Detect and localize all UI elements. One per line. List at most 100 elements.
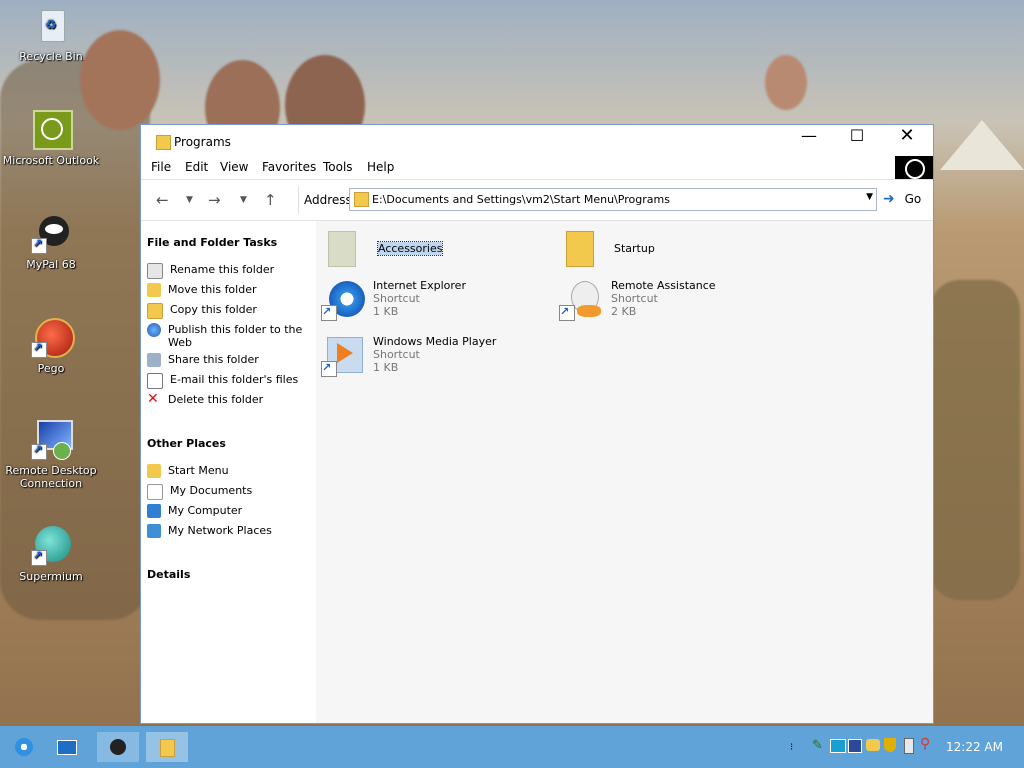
item-size: 1 KB [373, 305, 399, 318]
pego-icon [31, 318, 75, 358]
folder-icon [156, 135, 171, 150]
toolbar-separator [298, 186, 299, 214]
tray-up-icon[interactable]: ⁝ [790, 742, 793, 753]
tray-usb-icon[interactable] [904, 738, 914, 754]
task-publish-web[interactable]: Publish this folder to the Web [147, 323, 307, 349]
shortcut-item-internet-explorer[interactable]: ↗ Internet Explorer Shortcut 1 KB [321, 279, 466, 321]
taskbar-desktop-button[interactable] [45, 732, 87, 762]
item-type: Shortcut [611, 292, 658, 305]
menu-help[interactable]: Help [367, 160, 394, 174]
tray-monitor-icon[interactable] [830, 739, 846, 753]
folder-icon [326, 229, 370, 271]
place-my-computer[interactable]: My Computer [147, 504, 307, 518]
tray-shield-icon[interactable] [884, 738, 896, 752]
menu-edit[interactable]: Edit [185, 160, 208, 174]
place-label: Start Menu [168, 464, 229, 477]
title-bar[interactable]: Programs — ☐ ✕ [141, 125, 933, 156]
menu-tools[interactable]: Tools [323, 160, 353, 174]
desktop-icon-pego[interactable]: Pego [1, 318, 101, 375]
address-dropdown-icon[interactable]: ▼ [866, 192, 873, 202]
folder-icon [160, 739, 175, 757]
file-list: Accessories Startup ↗ Internet Explorer … [316, 221, 933, 723]
back-dropdown-icon[interactable]: ▼ [186, 195, 193, 205]
task-label: Copy this folder [170, 303, 257, 316]
folder-item-startup[interactable]: Startup [562, 229, 655, 271]
taskbar-explorer-button[interactable] [146, 732, 188, 762]
folder-icon [562, 229, 606, 271]
folder-icon [147, 464, 161, 478]
place-start-menu[interactable]: Start Menu [147, 464, 307, 478]
tray-chat-icon[interactable] [866, 739, 880, 751]
internet-explorer-icon [15, 738, 33, 756]
item-name: Remote Assistance [611, 279, 716, 292]
shortcut-item-windows-media-player[interactable]: ↗ Windows Media Player Shortcut 1 KB [321, 335, 496, 377]
remote-desktop-icon [31, 420, 73, 460]
windows-logo-icon [895, 156, 933, 179]
details-header[interactable]: Details [147, 568, 190, 581]
task-email-files[interactable]: E-mail this folder's files [147, 373, 307, 389]
task-label: Move this folder [168, 283, 257, 296]
task-move-folder[interactable]: Move this folder [147, 283, 307, 297]
go-label: Go [904, 192, 922, 206]
up-arrow-icon[interactable]: ↑ [264, 191, 277, 209]
tray-pen-icon[interactable]: ✎ [812, 738, 823, 753]
task-label: Rename this folder [170, 263, 275, 276]
place-label: My Network Places [168, 524, 272, 537]
task-rename-folder[interactable]: Rename this folder [147, 263, 307, 279]
taskbar-mypal-button[interactable] [97, 732, 139, 762]
menu-bar: File Edit View Favorites Tools Help [141, 156, 933, 180]
shortcut-item-remote-assistance[interactable]: ↗ Remote Assistance Shortcut 2 KB [559, 279, 716, 321]
taskbar-clock[interactable]: 12:22 AM [946, 740, 1003, 754]
shortcut-arrow-icon [31, 443, 47, 460]
tray-search-icon[interactable]: ⚲ [920, 736, 930, 752]
desktop-icon-microsoft-outlook[interactable]: Microsoft Outlook [1, 110, 101, 167]
menu-favorites[interactable]: Favorites [262, 160, 316, 174]
forward-dropdown-icon[interactable]: ▼ [240, 195, 247, 205]
globe-icon [147, 323, 161, 337]
share-icon [147, 353, 161, 367]
task-delete-folder[interactable]: ✕ Delete this folder [147, 391, 307, 407]
close-button[interactable]: ✕ [883, 125, 931, 147]
copy-icon [147, 303, 163, 319]
minimize-button[interactable]: — [785, 125, 833, 147]
internet-explorer-icon: ↗ [321, 279, 365, 321]
task-pane: File and Folder Tasks Rename this folder… [141, 221, 316, 723]
place-my-documents[interactable]: My Documents [147, 484, 307, 500]
recycle-bin-icon: ♻ [31, 6, 71, 46]
maximize-button[interactable]: ☐ [833, 125, 881, 147]
menu-view[interactable]: View [220, 160, 248, 174]
item-name: Accessories [376, 241, 444, 256]
task-copy-folder[interactable]: Copy this folder [147, 303, 307, 319]
network-icon [147, 524, 161, 538]
desktop-icon-label: MyPal 68 [26, 258, 76, 271]
taskbar-ie-button[interactable] [3, 732, 45, 762]
task-label: Share this folder [168, 353, 259, 366]
forward-arrow-icon[interactable]: → [208, 191, 221, 209]
go-button[interactable]: ➜ Go [883, 191, 921, 207]
desktop-icon-remote-desktop[interactable]: Remote Desktop Connection [1, 420, 101, 490]
address-value: E:\Documents and Settings\vm2\Start Menu… [372, 193, 670, 206]
address-field[interactable]: E:\Documents and Settings\vm2\Start Menu… [349, 188, 877, 211]
desktop-icon-recycle-bin[interactable]: ♻ Recycle Bin [1, 6, 101, 63]
desktop-icon-label: Remote Desktop Connection [5, 464, 97, 490]
place-my-network[interactable]: My Network Places [147, 524, 307, 538]
tray-grid-icon[interactable] [848, 739, 862, 753]
place-label: My Computer [168, 504, 243, 517]
task-share-folder[interactable]: Share this folder [147, 353, 307, 367]
desktop-icon-mypal[interactable]: MyPal 68 [1, 214, 101, 271]
item-size: 1 KB [373, 361, 399, 374]
task-label: E-mail this folder's files [170, 373, 299, 386]
mypal-icon [110, 739, 126, 755]
desktop-icon-label: Recycle Bin [19, 50, 83, 63]
file-folder-tasks-header[interactable]: File and Folder Tasks [147, 236, 277, 249]
back-arrow-icon[interactable]: ← [156, 191, 169, 209]
delete-x-icon: ✕ [147, 391, 159, 407]
address-label: Address [304, 193, 352, 207]
folder-item-accessories[interactable]: Accessories [326, 229, 444, 271]
desktop-icon-supermium[interactable]: Supermium [1, 526, 101, 583]
go-arrow-icon: ➜ [883, 191, 895, 207]
menu-file[interactable]: File [151, 160, 171, 174]
mypal-icon [31, 214, 71, 254]
other-places-header[interactable]: Other Places [147, 437, 226, 450]
remote-assistance-icon: ↗ [559, 279, 603, 321]
